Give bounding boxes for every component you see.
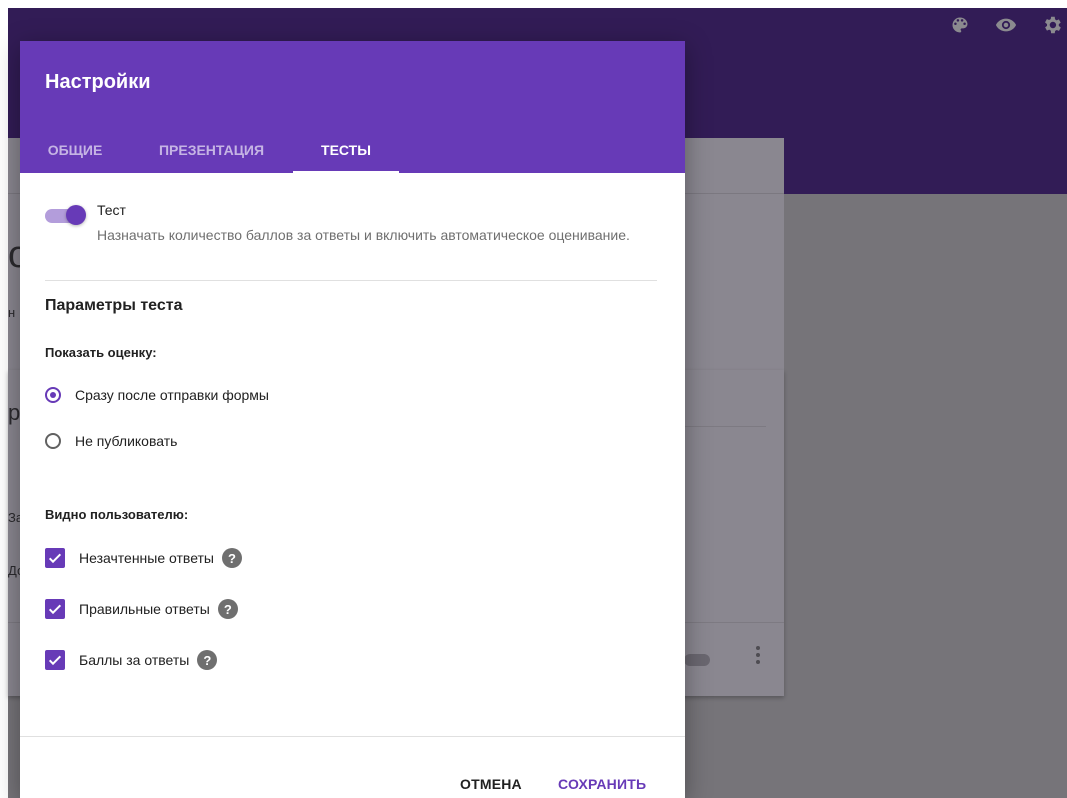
- check-icon: [48, 553, 62, 564]
- checkbox-label: Правильные ответы: [79, 601, 210, 617]
- checkbox-checked[interactable]: [45, 650, 65, 670]
- quiz-switch-label: Тест: [97, 202, 126, 218]
- gear-icon[interactable]: [1041, 14, 1063, 36]
- radio-button-unchecked[interactable]: [45, 433, 61, 449]
- checkbox-correct-answers[interactable]: Правильные ответы ?: [45, 599, 238, 619]
- header-toolbar: [949, 14, 1063, 36]
- checkbox-point-values[interactable]: Баллы за ответы ?: [45, 650, 218, 670]
- cancel-button[interactable]: ОТМЕНА: [460, 776, 522, 792]
- check-icon: [48, 655, 62, 666]
- help-icon[interactable]: ?: [197, 650, 218, 670]
- tab-presentation[interactable]: ПРЕЗЕНТАЦИЯ: [130, 127, 293, 173]
- help-icon[interactable]: ?: [222, 548, 242, 568]
- quiz-switch-description: Назначать количество баллов за ответы и …: [97, 227, 630, 243]
- switch-thumb: [66, 205, 86, 225]
- quiz-settings-title: Параметры теста: [45, 297, 183, 314]
- visible-to-user-label: Видно пользователю:: [45, 507, 189, 522]
- background-toggle: [684, 654, 710, 666]
- checkbox-checked[interactable]: [45, 548, 65, 568]
- background-input-line: [684, 426, 766, 427]
- show-grade-label: Показать оценку:: [45, 345, 157, 360]
- check-icon: [48, 604, 62, 615]
- more-vert-icon: [756, 646, 760, 664]
- tab-general[interactable]: ОБЩИЕ: [20, 127, 130, 173]
- checkbox-label: Баллы за ответы: [79, 652, 190, 668]
- settings-dialog: Настройки ОБЩИЕ ПРЕЗЕНТАЦИЯ ТЕСТЫ Тест Н…: [20, 41, 685, 798]
- background-fragment: н: [8, 305, 16, 320]
- checkbox-label: Незачтенные ответы: [79, 550, 214, 566]
- left-edge: [0, 8, 8, 798]
- background-fragment: р: [8, 400, 21, 425]
- footer-divider: [20, 736, 685, 737]
- page-top: [0, 0, 1067, 8]
- radio-button-checked[interactable]: [45, 387, 61, 403]
- radio-option-immediately[interactable]: Сразу после отправки формы: [45, 387, 269, 403]
- checkbox-missed-answers[interactable]: Незачтенные ответы ?: [45, 548, 242, 568]
- dialog-header: Настройки ОБЩИЕ ПРЕЗЕНТАЦИЯ ТЕСТЫ: [20, 41, 685, 173]
- save-button[interactable]: СОХРАНИТЬ: [558, 776, 646, 792]
- tab-quizzes[interactable]: ТЕСТЫ: [293, 127, 399, 173]
- dialog-title: Настройки: [45, 71, 151, 93]
- palette-icon[interactable]: [949, 14, 971, 36]
- help-icon[interactable]: ?: [217, 599, 238, 619]
- section-divider: [45, 280, 657, 281]
- quiz-switch[interactable]: [45, 203, 87, 227]
- radio-option-later[interactable]: Не публиковать: [45, 433, 177, 449]
- settings-tabs: ОБЩИЕ ПРЕЗЕНТАЦИЯ ТЕСТЫ: [20, 127, 399, 173]
- checkbox-checked[interactable]: [45, 599, 65, 619]
- radio-option-label: Не публиковать: [75, 433, 178, 449]
- radio-option-label: Сразу после отправки формы: [75, 387, 269, 403]
- eye-icon[interactable]: [995, 14, 1017, 36]
